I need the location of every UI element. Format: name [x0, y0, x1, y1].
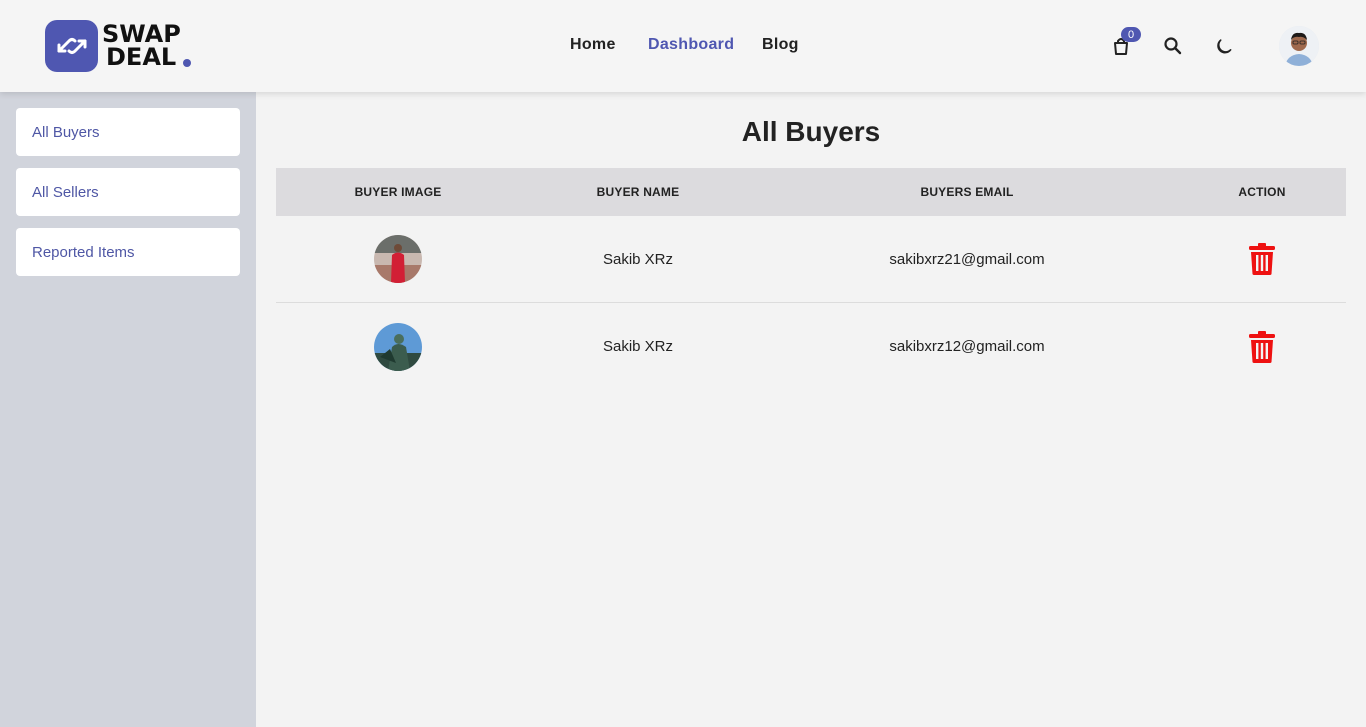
dashboard-sidebar: All Buyers All Sellers Reported Items	[0, 92, 256, 727]
nav-home-link[interactable]: Home	[570, 36, 616, 54]
main-content: All Buyers BUYER IMAGE BUYER NAME BUYERS…	[256, 92, 1366, 727]
cart-count-badge: 0	[1121, 27, 1141, 42]
page-title: All Buyers	[741, 116, 881, 147]
buyer-avatar	[374, 235, 422, 283]
buyer-avatar	[374, 322, 422, 371]
delete-button[interactable]	[1178, 243, 1346, 275]
sidebar-item-reported-items[interactable]: Reported Items	[16, 228, 240, 276]
buyers-table: BUYER IMAGE BUYER NAME BUYERS EMAIL ACTI…	[276, 168, 1346, 390]
sidebar-item-all-buyers[interactable]: All Buyers	[16, 108, 240, 156]
buyer-image-cell	[276, 322, 520, 371]
brand-logo[interactable]: SWAP DEAL	[45, 20, 191, 72]
table-header: BUYER IMAGE BUYER NAME BUYERS EMAIL ACTI…	[276, 168, 1346, 216]
buyer-name: Sakib XRz	[602, 338, 674, 355]
nav-dashboard-link[interactable]: Dashboard	[648, 36, 734, 54]
sidebar-item-all-sellers[interactable]: All Sellers	[16, 168, 240, 216]
buyer-email: sakibxrz12@gmail.com	[889, 338, 1045, 355]
col-header-buyers-email: BUYERS EMAIL	[920, 185, 1014, 199]
swap-arrows-icon	[45, 20, 98, 72]
brand-dot	[183, 59, 191, 67]
col-header-buyer-image: BUYER IMAGE	[354, 185, 442, 199]
user-avatar[interactable]	[1279, 26, 1319, 66]
search-icon	[1164, 37, 1182, 55]
cart-button[interactable]: 0	[1109, 27, 1141, 58]
delete-button[interactable]	[1178, 330, 1346, 363]
trash-icon	[1249, 330, 1275, 363]
theme-toggle-button[interactable]	[1213, 34, 1237, 58]
table-row: Sakib XRz sakibxrz12@gmail.com	[276, 303, 1346, 390]
top-navbar: SWAP DEAL Home Dashboard Blog 0	[0, 0, 1366, 92]
table-row: Sakib XRz sakibxrz21@gmail.com	[276, 216, 1346, 303]
buyer-name: Sakib XRz	[602, 250, 674, 268]
brand-name: SWAP DEAL	[102, 22, 191, 71]
moon-icon	[1217, 39, 1232, 54]
col-header-buyer-name: BUYER NAME	[596, 185, 680, 199]
buyer-email: sakibxrz21@gmail.com	[889, 250, 1045, 268]
col-header-action: ACTION	[1238, 185, 1286, 199]
search-button[interactable]	[1161, 34, 1185, 58]
trash-icon	[1249, 243, 1275, 275]
nav-blog-link[interactable]: Blog	[762, 36, 799, 54]
buyer-image-cell	[276, 235, 520, 283]
brand-line-2: DEAL	[106, 43, 177, 71]
